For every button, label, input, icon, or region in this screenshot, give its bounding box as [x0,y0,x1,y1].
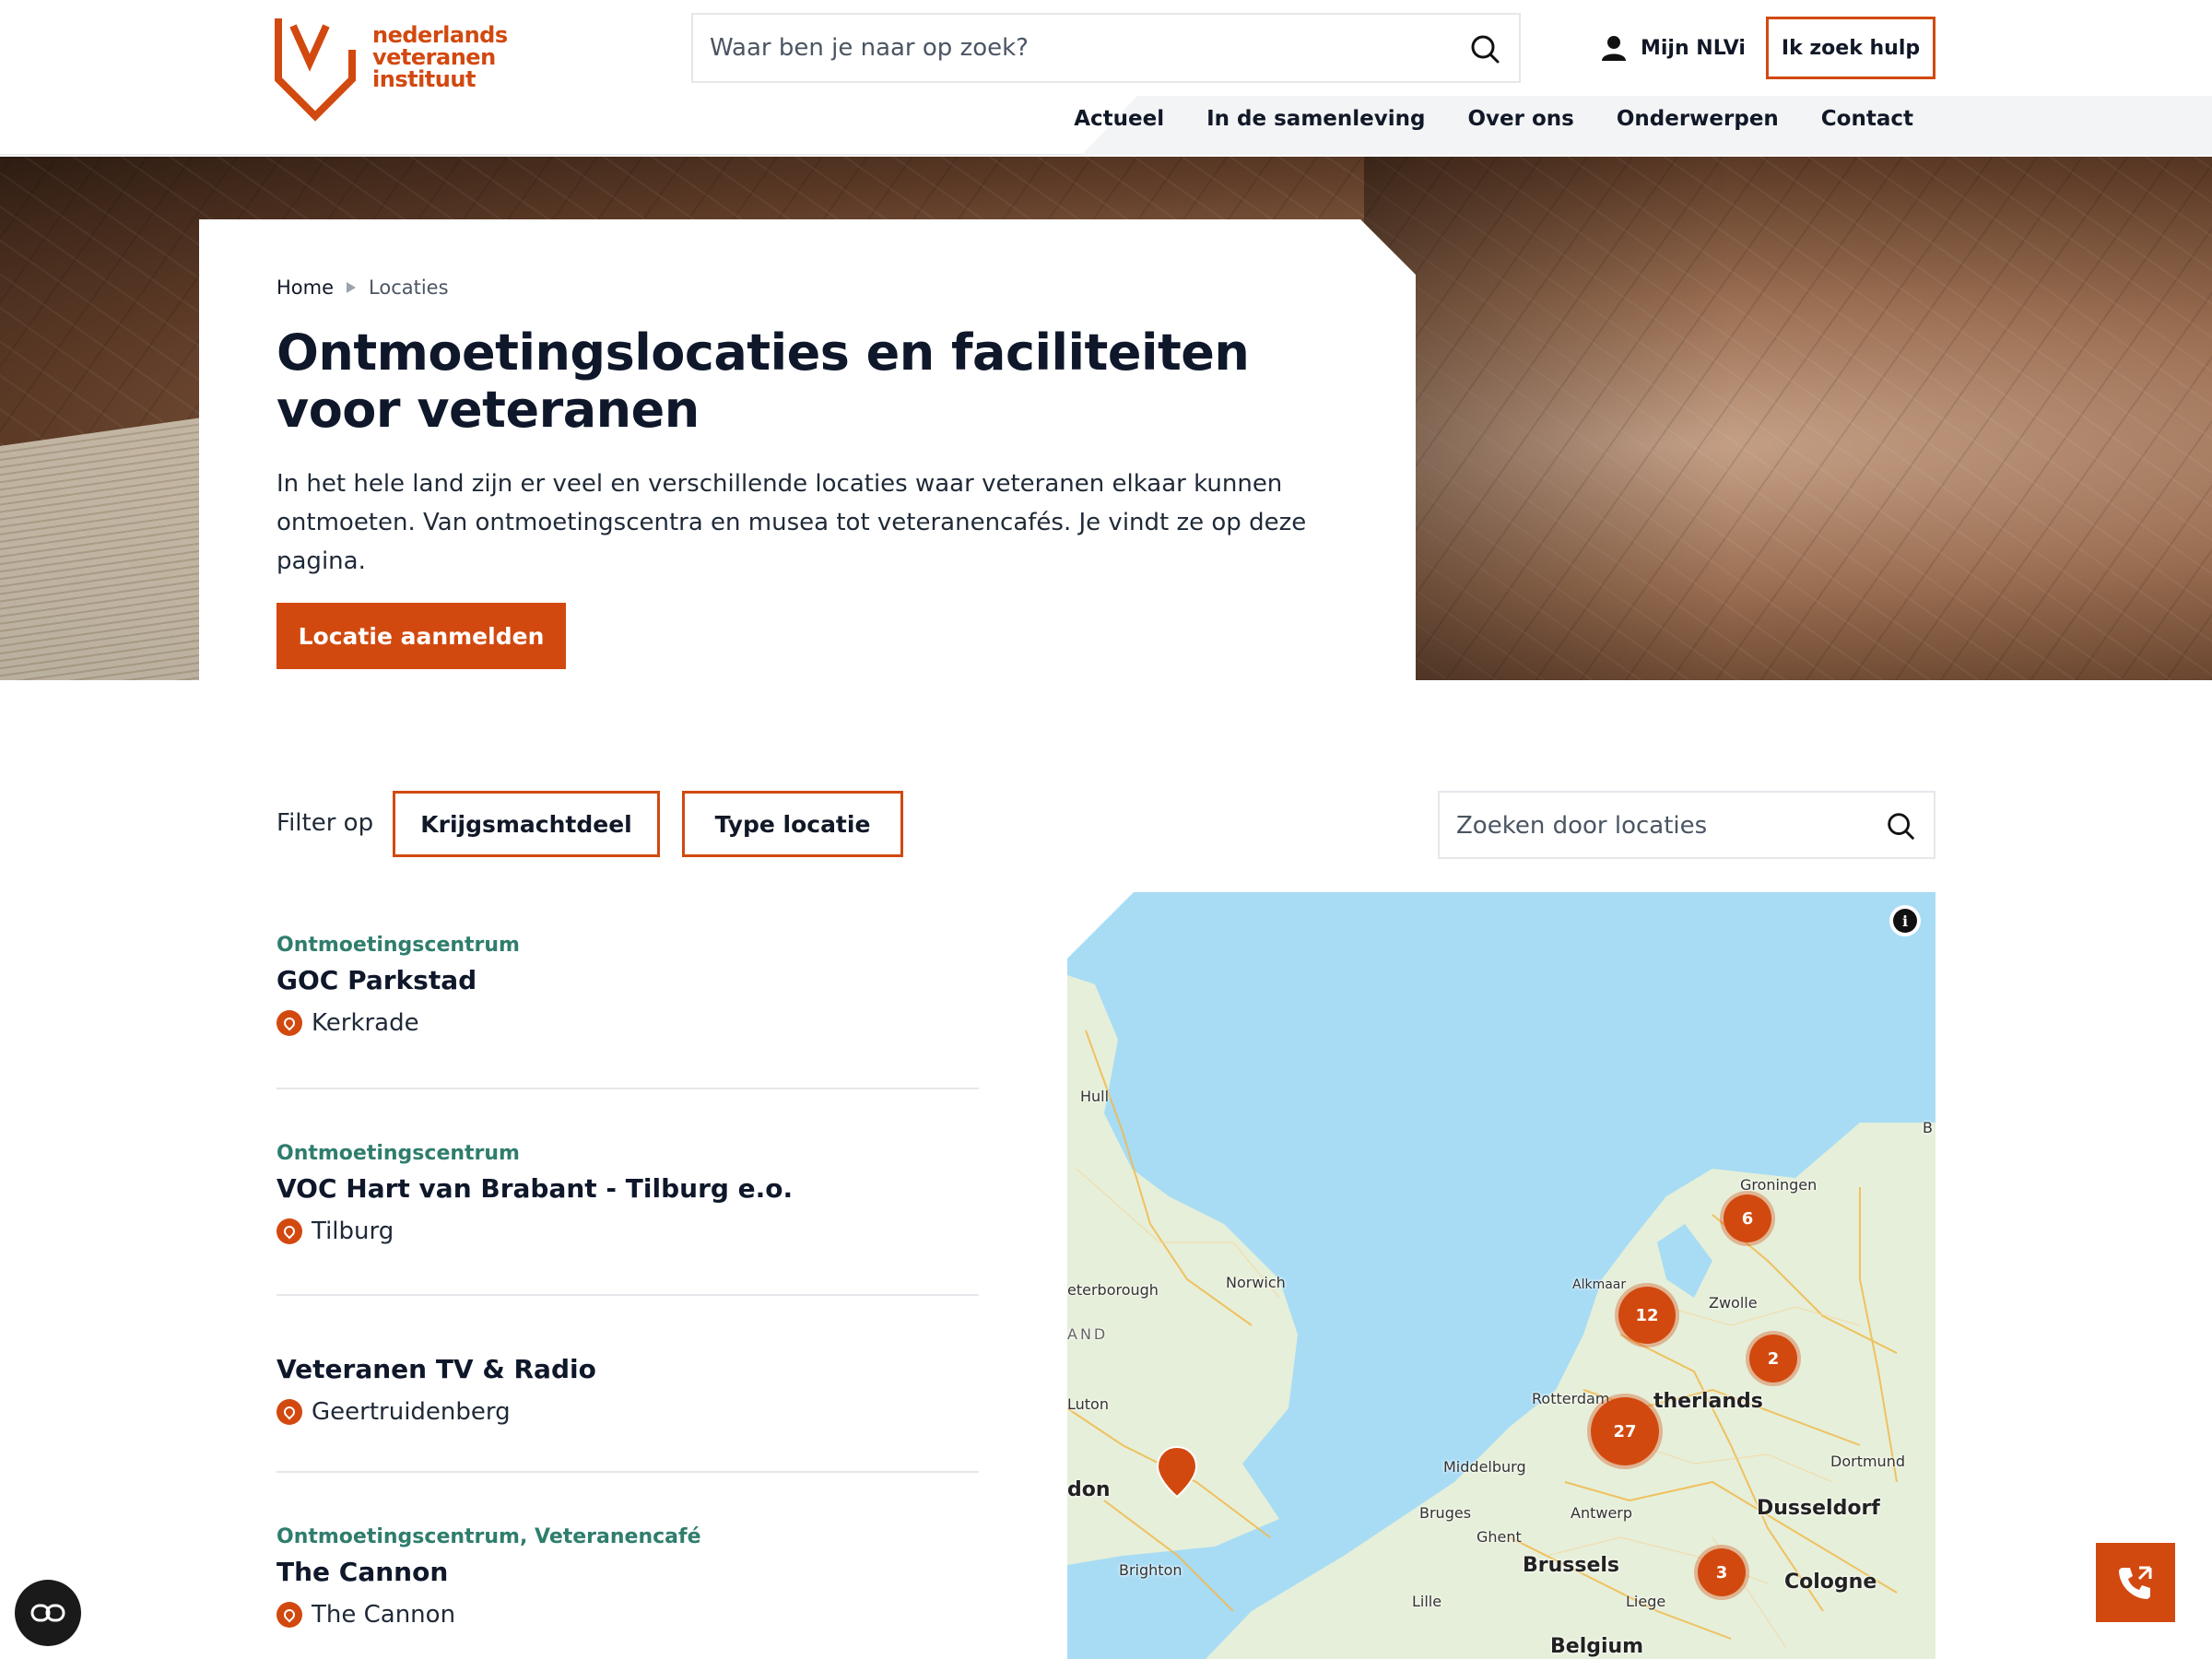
logo-shield-icon [275,18,356,122]
location-list: Ontmoetingscentrum GOC Parkstad Kerkrade… [276,922,979,1659]
map-label-edge: B [1923,1119,1933,1136]
map-label-ghent: Ghent [1477,1528,1522,1546]
map-label-antwerp: Antwerp [1571,1504,1633,1522]
map-label-netherlands: therlands [1653,1390,1763,1413]
location-search-input[interactable] [1456,806,1871,846]
nav-item-contact[interactable]: Contact [1821,107,1913,131]
map-label-brussels: Brussels [1523,1554,1620,1577]
hero-shade [1364,157,1733,680]
phone-icon [2119,1566,2152,1599]
map-label-cologne: Cologne [1784,1571,1877,1594]
map-label-groningen: Groningen [1740,1176,1818,1194]
nav-item-actueel[interactable]: Actueel [1074,107,1164,131]
map-label-hull: Hull [1080,1088,1110,1105]
filter-label: Filter op [276,809,374,837]
location-name[interactable]: Veteranen TV & Radio [276,1349,979,1390]
map-label-belgium: Belgium [1550,1635,1644,1658]
site-logo[interactable]: nederlands veteranen instituut [273,13,512,129]
site-header: nederlands veteranen instituut Mijn NLVi… [0,0,2212,155]
main-nav: Actueel In de samenleving Over ons Onder… [1074,107,1913,131]
nav-item-onderwerpen[interactable]: Onderwerpen [1617,107,1779,131]
list-item[interactable]: Ontmoetingscentrum GOC Parkstad Kerkrade [276,922,979,1089]
map-label-london: don [1067,1478,1111,1501]
location-name[interactable]: VOC Hart van Brabant - Tilburg e.o. [276,1169,979,1209]
map-label-alkmaar: Alkmaar [1572,1277,1627,1292]
account-label: Mijn NLVi [1641,36,1746,60]
map-label-dortmund: Dortmund [1830,1453,1905,1470]
location-place: Geertruidenberg [276,1390,979,1434]
filter-armed-forces-button[interactable]: Krijgsmachtdeel [393,791,660,857]
map-label-dusseldorf: Dusseldorf [1757,1497,1880,1520]
map-label-brighton: Brighton [1119,1561,1182,1579]
location-category: Ontmoetingscentrum, Veteranencafé [276,1525,701,1548]
location-place-text: Geertruidenberg [312,1398,511,1426]
breadcrumb-separator-icon [347,282,357,293]
location-place-text: Tilburg [312,1218,394,1245]
map-label-liege: Liege [1626,1593,1666,1610]
logo-wordmark: nederlands veteranen instituut [372,24,508,90]
help-button[interactable]: Ik zoek hulp [1766,17,1936,79]
location-place-text: Kerkrade [312,1009,419,1037]
site-search-input[interactable] [710,28,1447,68]
location-place: Tilburg [276,1209,979,1253]
location-search [1438,791,1936,859]
search-icon[interactable] [1467,31,1504,68]
map-cluster-marker[interactable]: 27 [1591,1397,1659,1465]
location-pin-icon [276,1399,302,1425]
list-item[interactable]: Ontmoetingscentrum VOC Hart van Brabant … [276,1089,979,1296]
register-location-button[interactable]: Locatie aanmelden [276,603,566,669]
list-item[interactable]: Veteranen TV & Radio Geertruidenberg [276,1296,979,1473]
map-label-middelburg: Middelburg [1443,1458,1526,1476]
map-cluster-marker[interactable]: 2 [1749,1335,1797,1382]
location-pin-icon [276,1218,302,1244]
nav-item-samenleving[interactable]: In de samenleving [1206,107,1425,131]
map-label-lille: Lille [1412,1593,1442,1610]
location-place-text: The Cannon [312,1601,456,1629]
search-icon[interactable] [1884,809,1919,844]
map-label-norwich: Norwich [1226,1274,1286,1291]
accessibility-icon [30,1604,65,1622]
info-icon: i [1893,909,1917,933]
map-label-luton: Luton [1067,1395,1109,1413]
location-pin-icon [276,1602,302,1628]
map-label-zwolle: Zwolle [1709,1294,1758,1312]
location-name[interactable]: The Cannon [276,1552,979,1593]
location-category: Ontmoetingscentrum [276,934,520,957]
filter-location-type-button[interactable]: Type locatie [682,791,903,857]
map-label-rotterdam: Rotterdam [1532,1390,1610,1407]
map-pin-icon[interactable] [1156,1445,1198,1499]
breadcrumb-current: Locaties [369,276,449,299]
logo-line-3: instituut [372,66,476,92]
page-intro: In het hele land zijn er veel en verschi… [276,470,1307,575]
location-place: The Cannon [276,1593,979,1637]
map-cluster-marker[interactable]: 12 [1618,1287,1676,1344]
location-name[interactable]: GOC Parkstad [276,960,979,1001]
breadcrumb: Home Locaties [276,276,449,299]
accessibility-button[interactable] [15,1580,81,1646]
logo-line-1: nederlands [372,22,508,48]
location-category: Ontmoetingscentrum [276,1142,520,1165]
map-cluster-marker[interactable]: 6 [1724,1194,1771,1242]
location-map[interactable]: i Hull Groningen Alkmaar Zwolle eterboro… [1067,892,1936,1659]
nav-item-over-ons[interactable]: Over ons [1467,107,1573,131]
breadcrumb-home[interactable]: Home [276,276,334,299]
list-item[interactable]: Ontmoetingscentrum, Veteranencafé The Ca… [276,1473,979,1659]
location-pin-icon [276,1010,302,1036]
account-link[interactable]: Mijn NLVi [1600,29,1746,66]
logo-line-2: veteranen [372,44,496,70]
map-info-button[interactable]: i [1889,905,1921,936]
page-title: Ontmoetingslocaties en faciliteiten voor… [276,324,1250,439]
site-search [691,13,1521,83]
user-icon [1602,36,1626,61]
contact-phone-button[interactable] [2096,1543,2175,1622]
map-label-bruges: Bruges [1419,1504,1472,1522]
map-label-england: AND [1067,1325,1109,1343]
map-label-peterborough: eterborough [1067,1281,1159,1299]
location-place: Kerkrade [276,1001,979,1045]
map-cluster-marker[interactable]: 3 [1698,1548,1746,1596]
